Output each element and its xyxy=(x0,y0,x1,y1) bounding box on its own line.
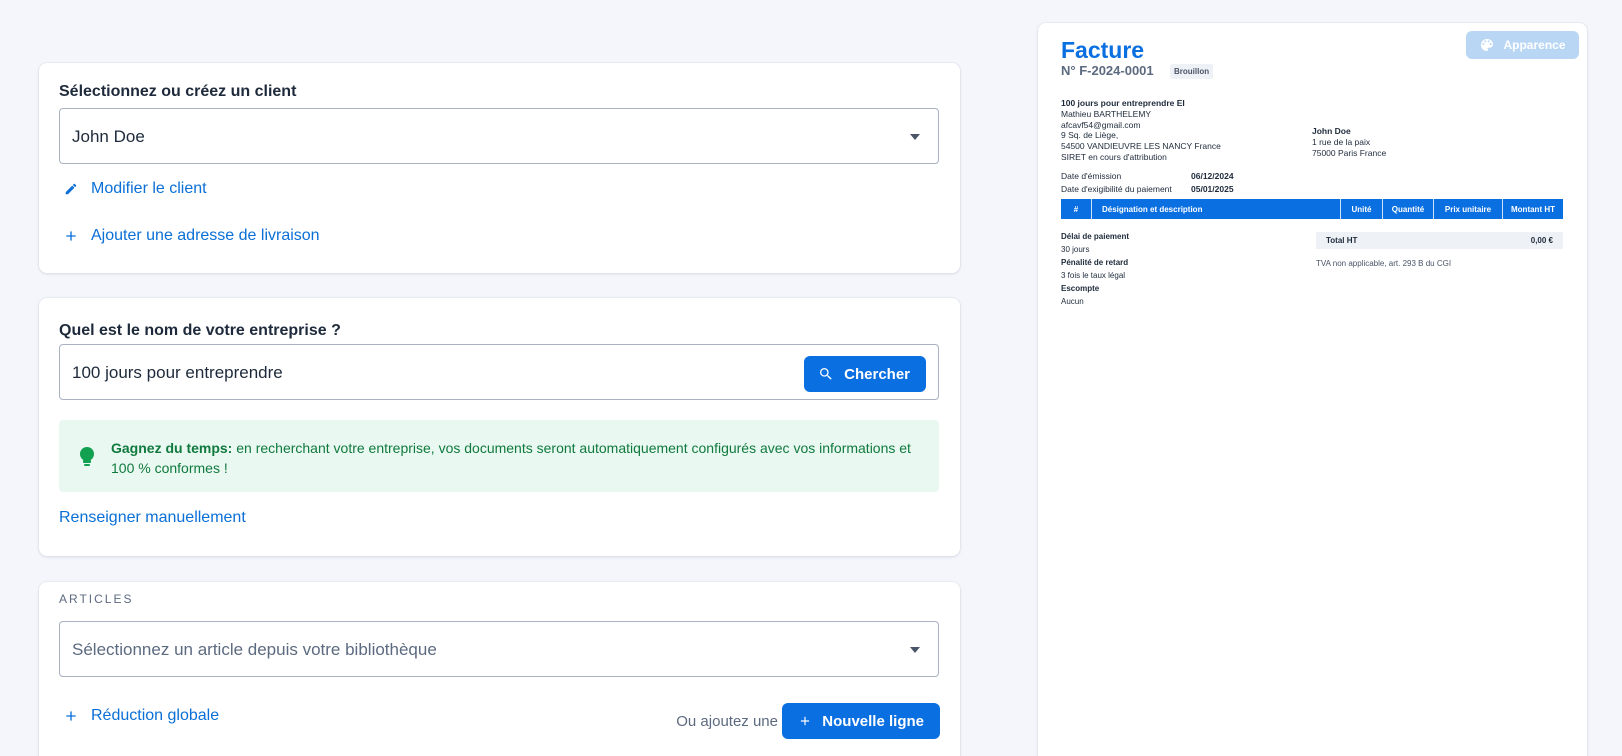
issue-date-label: Date d'émission xyxy=(1061,170,1122,181)
company-section-title: Quel est le nom de votre entreprise ? xyxy=(59,322,341,339)
new-line-button-label: Nouvelle ligne xyxy=(822,712,924,730)
tip-bold-text: Gagnez du temps: xyxy=(111,440,233,456)
add-delivery-address-label: Ajouter une adresse de livraison xyxy=(91,227,320,244)
plus-icon xyxy=(59,226,83,246)
total-ht-row: Total HT 0,00 € xyxy=(1316,232,1563,249)
total-ht-label: Total HT xyxy=(1326,236,1358,245)
articles-section-label: ARTICLES xyxy=(59,592,134,606)
company-search-value: 100 jours pour entreprendre xyxy=(72,363,283,382)
client-select[interactable]: John Doe xyxy=(59,108,939,164)
client-address-1: 1 rue de la paix xyxy=(1312,136,1371,147)
table-header-description: Désignation et description xyxy=(1092,199,1341,219)
search-button-label: Chercher xyxy=(844,365,910,383)
due-date-label: Date d'exigibilité du paiement xyxy=(1061,183,1172,194)
invoice-table-header: # Désignation et description Unité Quant… xyxy=(1061,199,1563,219)
invoice-title: Facture xyxy=(1061,37,1145,63)
table-header-unit: Unité xyxy=(1341,199,1383,219)
manual-entry-label: Renseigner manuellement xyxy=(59,509,246,526)
search-button[interactable]: Chercher xyxy=(804,356,926,392)
invoice-dates: Date d'émission 06/12/2024 Date d'exigib… xyxy=(1061,169,1234,195)
sender-email: afcavf54@gmail.com xyxy=(1061,119,1141,130)
manual-entry-link[interactable]: Renseigner manuellement xyxy=(59,509,246,527)
palette-icon xyxy=(1479,37,1495,53)
sender-address-2: 54500 VANDIEUVRE LES NANCY France xyxy=(1061,141,1221,152)
payment-terms: Délai de paiement 30 jours Pénalité de r… xyxy=(1061,230,1129,308)
issue-date-value: 06/12/2024 xyxy=(1191,170,1234,181)
tip-banner: Gagnez du temps: en recherchant votre en… xyxy=(59,420,939,492)
global-discount-label: Réduction globale xyxy=(91,707,220,724)
late-penalty-value: 3 fois le taux légal xyxy=(1061,271,1126,280)
sender-person: Mathieu BARTHELEMY xyxy=(1061,108,1152,119)
client-block: John Doe 1 rue de la paix 75000 Paris Fr… xyxy=(1312,126,1386,158)
appearance-button-label: Apparence xyxy=(1503,38,1566,52)
sender-address-1: 9 Sq. de Liège, xyxy=(1061,130,1119,141)
table-header-amount: Montant HT xyxy=(1511,204,1555,214)
table-header-quantity: Quantité xyxy=(1383,199,1434,219)
sender-name: 100 jours pour entreprendre EI xyxy=(1061,98,1185,108)
discount-value: Aucun xyxy=(1061,297,1084,306)
due-date-value: 05/01/2025 xyxy=(1191,183,1234,194)
tva-note: TVA non applicable, art. 293 B du CGI xyxy=(1316,259,1452,268)
global-discount-link[interactable]: Réduction globale xyxy=(59,706,219,726)
status-badge: Brouillon xyxy=(1170,64,1214,79)
company-search-field[interactable]: 100 jours pour entreprendre Chercher xyxy=(59,344,939,400)
client-card: Sélectionnez ou créez un client John Doe… xyxy=(39,63,960,273)
client-address-2: 75000 Paris France xyxy=(1312,147,1387,158)
edit-client-label: Modifier le client xyxy=(91,180,207,197)
articles-card: ARTICLES Sélectionnez un article depuis … xyxy=(39,582,960,756)
discount-label: Escompte xyxy=(1061,284,1100,293)
lightbulb-icon xyxy=(78,446,96,473)
edit-client-link[interactable]: Modifier le client xyxy=(59,179,207,199)
add-delivery-address-link[interactable]: Ajouter une adresse de livraison xyxy=(59,226,320,246)
invoice-number: N° F-2024-0001 xyxy=(1061,63,1154,78)
due-date-row: Date d'exigibilité du paiement 05/01/202… xyxy=(1061,182,1234,195)
total-ht-value: 0,00 € xyxy=(1530,236,1553,245)
sender-siret: SIRET en cours d'attribution xyxy=(1061,151,1167,162)
or-add-text: Ou ajoutez une xyxy=(676,713,778,730)
issue-date-row: Date d'émission 06/12/2024 xyxy=(1061,169,1234,182)
plus-icon xyxy=(798,714,812,728)
article-select-placeholder: Sélectionnez un article depuis votre bib… xyxy=(72,640,437,659)
payment-delay-label: Délai de paiement xyxy=(1061,232,1130,241)
payment-delay-value: 30 jours xyxy=(1061,245,1090,254)
article-select[interactable]: Sélectionnez un article depuis votre bib… xyxy=(59,621,939,677)
table-header-index: # xyxy=(1061,199,1092,219)
appearance-button[interactable]: Apparence xyxy=(1466,31,1579,59)
new-line-button[interactable]: Nouvelle ligne xyxy=(782,703,940,739)
sender-block: 100 jours pour entreprendre EI Mathieu B… xyxy=(1061,98,1221,163)
tip-text: Gagnez du temps: en recherchant votre en… xyxy=(111,438,921,478)
plus-icon xyxy=(59,706,83,726)
table-header-unit-price: Prix unitaire xyxy=(1434,199,1503,219)
client-name: John Doe xyxy=(1312,126,1351,136)
chevron-down-icon xyxy=(910,647,920,653)
invoice-preview: Apparence Facture N° F-2024-0001 Brouill… xyxy=(1038,23,1587,756)
pencil-icon xyxy=(59,179,83,199)
search-icon xyxy=(818,366,834,382)
client-section-title: Sélectionnez ou créez un client xyxy=(59,83,297,100)
client-select-value: John Doe xyxy=(72,127,145,146)
late-penalty-label: Pénalité de retard xyxy=(1061,258,1129,267)
company-card: Quel est le nom de votre entreprise ? 10… xyxy=(39,298,960,556)
chevron-down-icon xyxy=(910,134,920,140)
